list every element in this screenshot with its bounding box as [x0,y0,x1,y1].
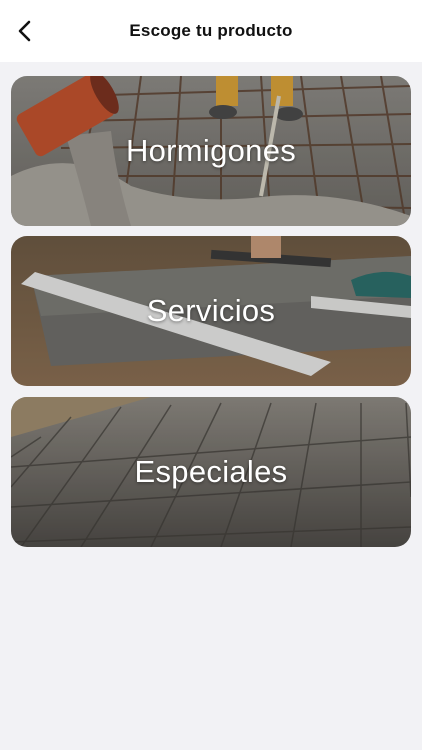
product-card-especiales[interactable]: Especiales [11,397,411,547]
product-label: Servicios [146,293,276,328]
page-title: Escoge tu producto [129,21,293,40]
product-card-hormigones[interactable]: Hormigones [11,76,411,226]
product-card-servicios[interactable]: Servicios [11,236,411,386]
product-label: Especiales [134,454,288,489]
chevron-left-icon [18,20,31,42]
back-button[interactable] [10,16,40,46]
product-label: Hormigones [125,133,297,168]
navigation-bar: Escoge tu producto [0,0,422,62]
